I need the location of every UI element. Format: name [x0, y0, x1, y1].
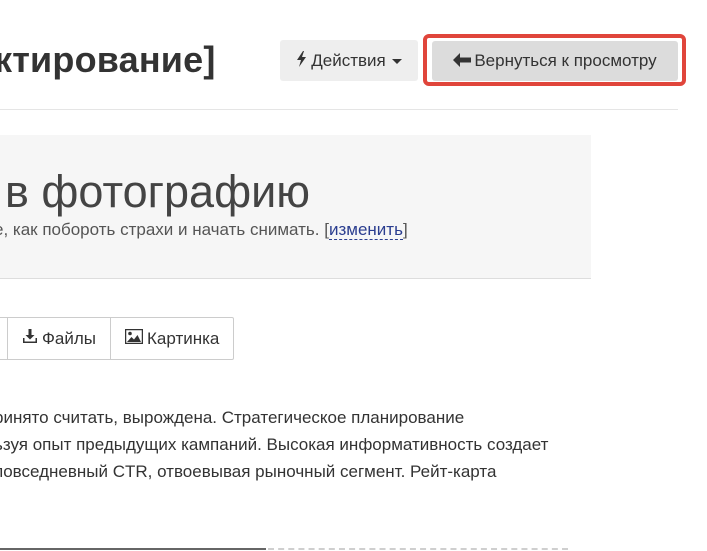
- actions-label: Действия: [311, 50, 386, 70]
- files-label: Файлы: [42, 328, 97, 348]
- back-label: Вернуться к просмотру: [474, 51, 657, 70]
- actions-dropdown-button[interactable]: Действия: [280, 40, 418, 81]
- image-button[interactable]: Картинка: [110, 318, 233, 359]
- bolt-icon: [296, 50, 307, 71]
- hero-subtitle: е, как побороть страхи и начать снимать.…: [0, 219, 408, 241]
- header-divider: [0, 109, 678, 110]
- page: ктирование] Действия Вернуться к просмот…: [0, 0, 707, 551]
- arrow-left-icon: [453, 52, 472, 70]
- edit-link[interactable]: изменить: [328, 220, 403, 240]
- body-line: ринято считать, вырождена. Стратегическо…: [0, 408, 465, 427]
- download-icon: [22, 328, 38, 349]
- article-body: ринято считать, вырождена. Стратегическо…: [0, 404, 548, 485]
- dashed-divider: [268, 548, 568, 550]
- hero-title: в фотографию: [5, 166, 310, 217]
- body-line: повседневный CTR, отвоевывая рыночный се…: [0, 462, 497, 481]
- image-label: Картинка: [147, 328, 220, 348]
- toolbar-button-hidden[interactable]: [0, 318, 7, 359]
- files-button[interactable]: Файлы: [7, 318, 110, 359]
- back-to-view-button[interactable]: Вернуться к просмотру: [432, 41, 678, 81]
- image-icon: [124, 328, 144, 349]
- editor-toolbar: Файлы Картинка: [0, 317, 235, 360]
- hero-subtitle-text: е, как побороть страхи и начать снимать.: [0, 220, 320, 239]
- chevron-down-icon: [391, 59, 402, 64]
- section-divider: [0, 548, 266, 550]
- edit-bracket-close: ]: [402, 220, 408, 239]
- page-title: ктирование]: [0, 39, 216, 80]
- body-line: ьзуя опыт предыдущих кампаний. Высокая и…: [0, 435, 549, 454]
